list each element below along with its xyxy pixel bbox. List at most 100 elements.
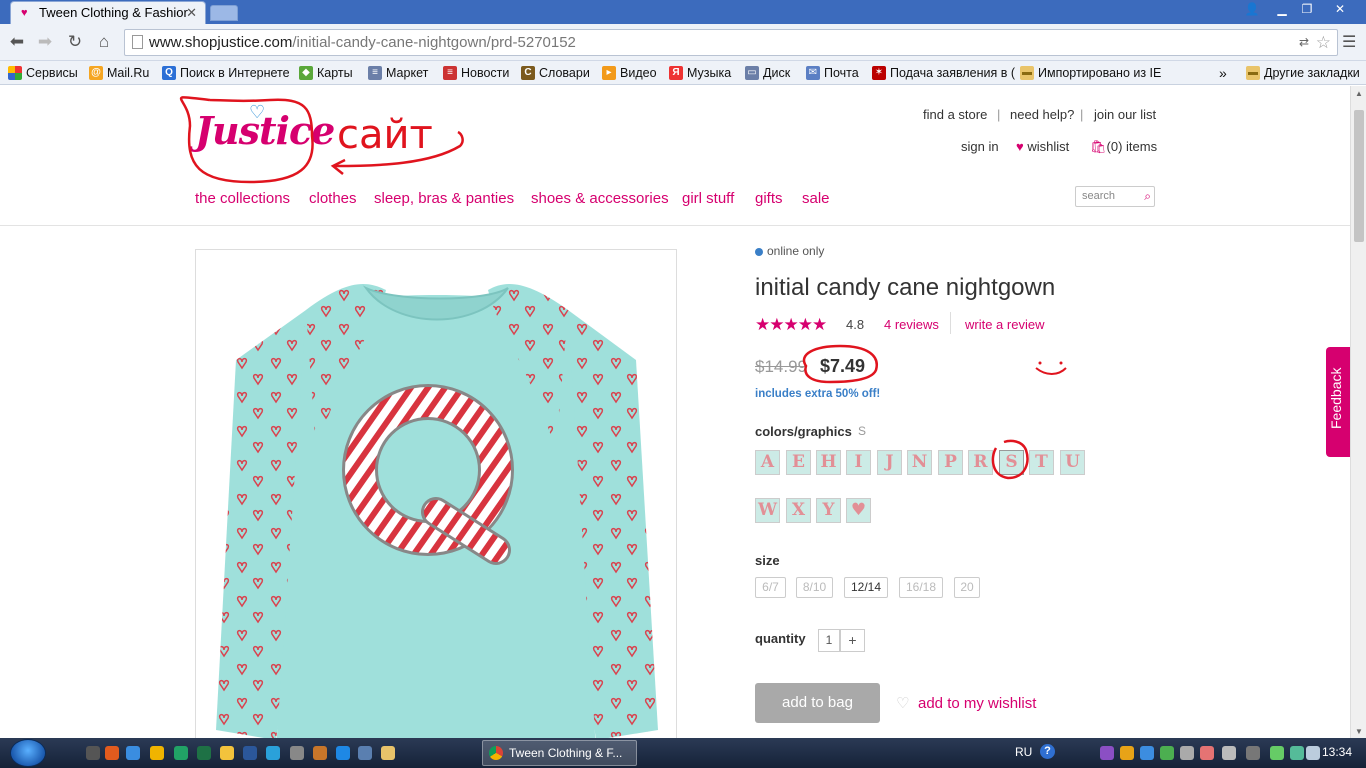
- bookmark-maps[interactable]: ◆ Карты: [299, 64, 353, 82]
- reload-icon[interactable]: ↻: [64, 31, 86, 53]
- tray-icon[interactable]: [1246, 746, 1260, 760]
- quicklaunch-icon[interactable]: [220, 746, 234, 760]
- network-icon[interactable]: [1290, 746, 1304, 760]
- swatch-i[interactable]: I: [846, 450, 871, 475]
- tray-icon[interactable]: [1120, 746, 1134, 760]
- quicklaunch-icon[interactable]: [381, 746, 395, 760]
- scroll-thumb[interactable]: [1354, 110, 1364, 242]
- restore-icon[interactable]: ❐: [1293, 0, 1321, 19]
- swatch-heart[interactable]: ♥: [846, 498, 871, 523]
- search-icon[interactable]: ⌕: [1144, 187, 1151, 206]
- join-our-list-link[interactable]: join our list: [1094, 107, 1156, 122]
- bookmark-disk[interactable]: ▭ Диск: [745, 64, 790, 82]
- quicklaunch-icon[interactable]: [150, 746, 164, 760]
- add-to-wishlist-link[interactable]: add to my wishlist: [918, 695, 1036, 712]
- start-button[interactable]: [10, 739, 46, 767]
- size-20[interactable]: 20: [954, 577, 980, 598]
- need-help-link[interactable]: need help?: [1010, 107, 1074, 122]
- new-tab-button[interactable]: [210, 5, 238, 21]
- swatch-u[interactable]: U: [1060, 450, 1085, 475]
- quicklaunch-icon[interactable]: [105, 746, 119, 760]
- cart-link[interactable]: 🛍(0) items: [1090, 139, 1157, 155]
- tray-icon[interactable]: [1180, 746, 1194, 760]
- swatch-x[interactable]: X: [786, 498, 811, 523]
- back-icon[interactable]: ⬅: [6, 31, 28, 53]
- tray-icon[interactable]: [1100, 746, 1114, 760]
- quicklaunch-icon[interactable]: [313, 746, 327, 760]
- swatch-p[interactable]: P: [938, 450, 963, 475]
- write-review-link[interactable]: write a review: [965, 317, 1044, 332]
- bookmark-search[interactable]: Q Поиск в Интернете: [162, 64, 290, 82]
- quicklaunch-icon[interactable]: [266, 746, 280, 760]
- nav-clothes[interactable]: clothes: [309, 190, 357, 207]
- home-icon[interactable]: ⌂: [93, 31, 115, 53]
- bookmark-video[interactable]: ▸ Видео: [602, 64, 657, 82]
- swatch-e[interactable]: E: [786, 450, 811, 475]
- volume-icon[interactable]: [1306, 746, 1320, 760]
- taskbar-clock[interactable]: 13:34: [1322, 745, 1352, 759]
- other-bookmarks[interactable]: ▬ Другие закладки: [1246, 64, 1360, 82]
- swatch-j[interactable]: J: [877, 450, 902, 475]
- quicklaunch-icon[interactable]: [197, 746, 211, 760]
- scroll-down-icon[interactable]: ▼: [1355, 727, 1363, 736]
- bookmark-dictionaries[interactable]: C Словари: [521, 64, 590, 82]
- taskbar-chrome-window[interactable]: Tween Clothing & F...: [482, 740, 637, 766]
- nav-the-collections[interactable]: the collections: [195, 190, 290, 207]
- swatch-y[interactable]: Y: [816, 498, 841, 523]
- quantity-increase-button[interactable]: +: [840, 629, 865, 652]
- close-window-icon[interactable]: ✕: [1326, 0, 1354, 19]
- tray-icon[interactable]: [1160, 746, 1174, 760]
- swatch-a[interactable]: A: [755, 450, 780, 475]
- address-bar[interactable]: www.shopjustice.com/initial-candy-cane-n…: [124, 29, 1338, 56]
- bookmark-music[interactable]: Я Музыка: [669, 64, 731, 82]
- swatch-h[interactable]: H: [816, 450, 841, 475]
- bookmark-market[interactable]: ≡ Маркет: [368, 64, 428, 82]
- bookmark-imported-ie[interactable]: ▬ Импортировано из IE: [1020, 64, 1161, 82]
- quicklaunch-icon[interactable]: [290, 746, 304, 760]
- translate-icon[interactable]: ⇄: [1299, 30, 1309, 55]
- quicklaunch-icon[interactable]: [86, 746, 100, 760]
- quicklaunch-icon[interactable]: [174, 746, 188, 760]
- forward-icon[interactable]: ➡: [34, 31, 56, 53]
- reviews-link[interactable]: 4 reviews: [884, 317, 939, 332]
- add-to-bag-button[interactable]: add to bag: [755, 683, 880, 723]
- bookmark-news[interactable]: ≡ Новости: [443, 64, 509, 82]
- bookmark-apps[interactable]: Сервисы: [8, 64, 78, 82]
- quicklaunch-icon[interactable]: [358, 746, 372, 760]
- feedback-tab[interactable]: Feedback: [1326, 347, 1350, 457]
- search-input[interactable]: search ⌕: [1075, 186, 1155, 207]
- swatch-t[interactable]: T: [1029, 450, 1054, 475]
- find-a-store-link[interactable]: find a store: [923, 107, 987, 122]
- tray-icon[interactable]: [1222, 746, 1236, 760]
- bookmark-star-icon[interactable]: ☆: [1316, 30, 1331, 55]
- nav-girl-stuff[interactable]: girl stuff: [682, 190, 734, 207]
- nav-sale[interactable]: sale: [802, 190, 830, 207]
- tray-icon[interactable]: [1140, 746, 1154, 760]
- sign-in-link[interactable]: sign in: [961, 139, 999, 154]
- bookmarks-overflow-button[interactable]: »: [1219, 64, 1227, 82]
- nav-gifts[interactable]: gifts: [755, 190, 783, 207]
- quantity-input[interactable]: 1: [818, 629, 840, 652]
- language-indicator[interactable]: RU: [1015, 745, 1032, 759]
- bookmark-mail[interactable]: ✉ Почта: [806, 64, 859, 82]
- bookmark-mailru[interactable]: @ Mail.Ru: [89, 64, 149, 82]
- swatch-r[interactable]: R: [968, 450, 993, 475]
- product-image[interactable]: [195, 249, 677, 738]
- scroll-up-icon[interactable]: ▲: [1355, 89, 1363, 98]
- quicklaunch-icon[interactable]: [243, 746, 257, 760]
- size-8-10[interactable]: 8/10: [796, 577, 833, 598]
- browser-tab[interactable]: ♥ Tween Clothing & Fashior ✕: [10, 1, 206, 24]
- size-6-7[interactable]: 6/7: [755, 577, 786, 598]
- page-scrollbar[interactable]: ▲ ▼: [1350, 86, 1366, 738]
- quicklaunch-icon[interactable]: [336, 746, 350, 760]
- quicklaunch-icon[interactable]: [126, 746, 140, 760]
- tray-icon[interactable]: [1200, 746, 1214, 760]
- user-icon[interactable]: 👤: [1238, 0, 1266, 19]
- swatch-n[interactable]: N: [907, 450, 932, 475]
- minimize-icon[interactable]: ▁: [1268, 0, 1296, 19]
- size-16-18[interactable]: 16/18: [899, 577, 943, 598]
- chrome-menu-icon[interactable]: ☰: [1342, 32, 1356, 52]
- help-icon[interactable]: ?: [1040, 744, 1055, 759]
- tray-icon[interactable]: [1270, 746, 1284, 760]
- bookmark-application[interactable]: ✶ Подача заявления в (: [872, 64, 1015, 82]
